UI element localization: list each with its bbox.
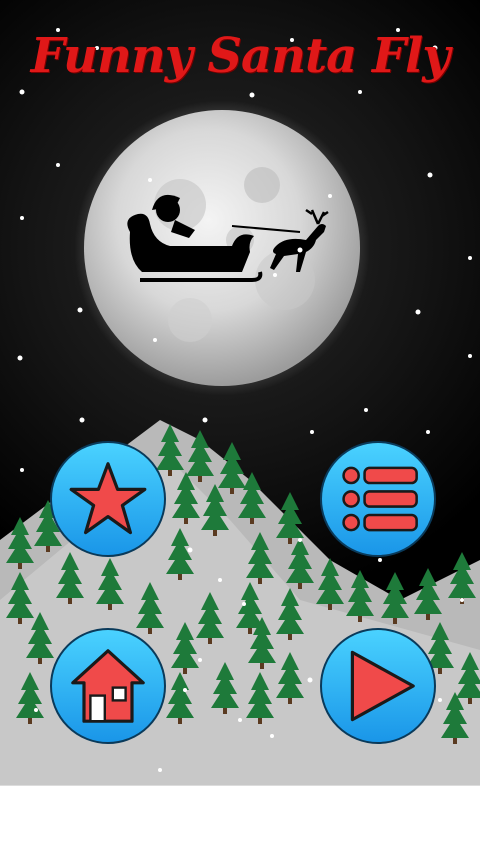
menu-button[interactable]	[320, 441, 436, 557]
bottom-ad-area	[0, 785, 480, 854]
play-icon	[350, 650, 415, 722]
game-title: Funny Santa Fly	[30, 28, 450, 84]
game-scene: Funny Santa Fly	[0, 0, 480, 785]
star-icon	[69, 462, 147, 535]
play-button[interactable]	[320, 628, 436, 744]
house-icon	[71, 649, 145, 723]
home-button[interactable]	[50, 628, 166, 744]
rate-button[interactable]	[50, 441, 166, 557]
list-icon	[342, 466, 418, 532]
